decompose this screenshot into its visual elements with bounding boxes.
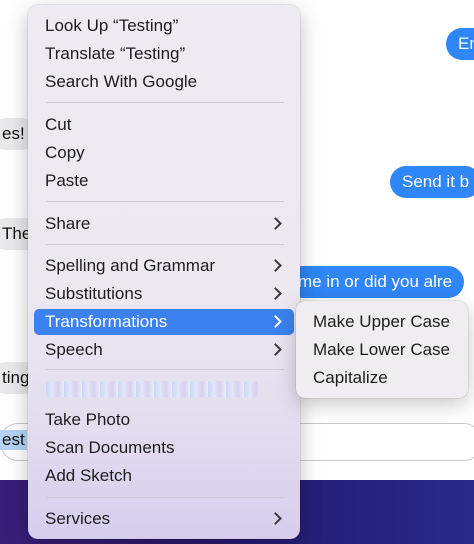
message-text: ting [2, 368, 30, 387]
menu-item-label: Share [45, 214, 91, 233]
menu-item-look-up[interactable]: Look Up “Testing” [34, 13, 294, 39]
message-text: me in or did you alre [298, 272, 453, 291]
menu-item-speech[interactable]: Speech [34, 337, 294, 363]
menu-item-transformations[interactable]: Transformations [34, 309, 294, 335]
menu-item-label: Transformations [45, 312, 168, 331]
message-text: Em [458, 34, 474, 53]
menu-separator [46, 244, 284, 245]
menu-item-take-photo[interactable]: Take Photo [34, 407, 294, 433]
menu-item-label: Paste [45, 171, 89, 190]
menu-item-substitutions[interactable]: Substitutions [34, 281, 294, 307]
transformations-submenu: Make Upper Case Make Lower Case Capitali… [296, 301, 468, 398]
menu-item-label: Take Photo [45, 410, 131, 429]
menu-item-translate[interactable]: Translate “Testing” [34, 41, 294, 67]
menu-item-label: Translate “Testing” [45, 44, 186, 63]
menu-item-copy[interactable]: Copy [34, 140, 294, 166]
menu-item-label: Look Up “Testing” [45, 16, 179, 35]
message-bubble-sent[interactable]: Em [446, 28, 474, 60]
context-menu: Look Up “Testing” Translate “Testing” Se… [28, 5, 300, 539]
message-text: The [2, 224, 32, 243]
menu-item-label: Scan Documents [45, 438, 175, 457]
chevron-right-icon [269, 512, 282, 525]
menu-separator [46, 497, 284, 498]
message-bubble-sent[interactable]: me in or did you alre [286, 266, 465, 298]
menu-item-scan-documents[interactable]: Scan Documents [34, 435, 294, 461]
menu-item-label: Speech [45, 340, 103, 359]
message-input-text[interactable]: est [0, 430, 27, 450]
chevron-right-icon [269, 315, 282, 328]
menu-item-spelling-grammar[interactable]: Spelling and Grammar [34, 253, 294, 279]
menu-item-label: Add Sketch [45, 466, 132, 485]
menu-item-label: Substitutions [45, 284, 143, 303]
menu-separator [46, 102, 284, 103]
submenu-item-make-upper-case[interactable]: Make Upper Case [313, 309, 450, 335]
message-text: es! [2, 124, 25, 143]
menu-item-add-sketch[interactable]: Add Sketch [34, 463, 294, 489]
menu-item-services[interactable]: Services [34, 506, 294, 532]
menu-separator [46, 369, 284, 370]
redacted-menu-item[interactable] [46, 381, 258, 397]
menu-item-cut[interactable]: Cut [34, 112, 294, 138]
menu-item-label: Spelling and Grammar [45, 256, 216, 275]
chevron-right-icon [269, 259, 282, 272]
chevron-right-icon [269, 217, 282, 230]
chevron-right-icon [269, 287, 282, 300]
menu-item-search-google[interactable]: Search With Google [34, 69, 294, 95]
menu-separator [46, 201, 284, 202]
submenu-item-make-lower-case[interactable]: Make Lower Case [313, 337, 450, 363]
menu-item-label: Services [45, 509, 111, 528]
message-bubble-sent[interactable]: Send it b [390, 166, 474, 198]
menu-item-paste[interactable]: Paste [34, 168, 294, 194]
menu-item-share[interactable]: Share [34, 211, 294, 237]
message-text: Send it b [402, 172, 470, 191]
menu-item-label: Cut [45, 115, 72, 134]
chevron-right-icon [269, 343, 282, 356]
menu-item-label: Copy [45, 143, 85, 162]
menu-item-label: Search With Google [45, 72, 198, 91]
submenu-item-capitalize[interactable]: Capitalize [313, 365, 388, 391]
